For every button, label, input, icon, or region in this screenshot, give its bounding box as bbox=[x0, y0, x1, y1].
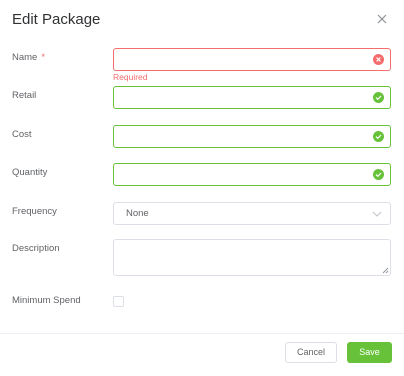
check-circle-icon bbox=[373, 131, 384, 142]
name-label-text: Name bbox=[12, 52, 38, 63]
dialog-title: Edit Package bbox=[12, 11, 101, 28]
form-row-name: Name * Required bbox=[12, 48, 391, 84]
quantity-input[interactable] bbox=[113, 163, 391, 186]
minimum-spend-label: Minimum Spend bbox=[12, 295, 81, 306]
dialog-header: Edit Package bbox=[12, 9, 394, 33]
check-circle-icon bbox=[373, 169, 384, 180]
required-mark: * bbox=[41, 52, 46, 63]
form-row-frequency: Frequency None bbox=[12, 202, 391, 226]
error-circle-icon bbox=[373, 54, 384, 65]
cancel-button[interactable]: Cancel bbox=[285, 342, 337, 363]
form-row-description: Description bbox=[12, 239, 391, 277]
form-row-cost: Cost bbox=[12, 125, 391, 149]
minimum-spend-checkbox[interactable] bbox=[113, 296, 124, 307]
chevron-down-icon bbox=[372, 210, 382, 218]
name-error-message: Required bbox=[113, 72, 148, 82]
quantity-label: Quantity bbox=[12, 167, 48, 178]
form-row-retail: Retail bbox=[12, 86, 391, 110]
save-button[interactable]: Save bbox=[347, 342, 392, 363]
cost-label: Cost bbox=[12, 129, 32, 140]
form-row-quantity: Quantity bbox=[12, 163, 391, 187]
description-label: Description bbox=[12, 243, 60, 254]
check-circle-icon bbox=[373, 92, 384, 103]
frequency-selected-value: None bbox=[126, 208, 149, 219]
name-input[interactable] bbox=[113, 48, 391, 71]
frequency-select[interactable]: None bbox=[113, 202, 391, 225]
description-textarea[interactable] bbox=[113, 239, 391, 276]
name-label: Name * bbox=[12, 48, 45, 68]
cost-input[interactable] bbox=[113, 125, 391, 148]
frequency-label: Frequency bbox=[12, 206, 57, 217]
retail-label: Retail bbox=[12, 90, 37, 101]
footer-divider bbox=[0, 333, 404, 334]
close-icon[interactable] bbox=[374, 11, 390, 27]
edit-package-dialog: Edit Package Name* Required Retail Cost bbox=[0, 0, 404, 376]
resize-handle-icon[interactable] bbox=[381, 266, 389, 274]
retail-input[interactable] bbox=[113, 86, 391, 109]
form-row-minimum-spend: Minimum Spend bbox=[12, 291, 391, 311]
